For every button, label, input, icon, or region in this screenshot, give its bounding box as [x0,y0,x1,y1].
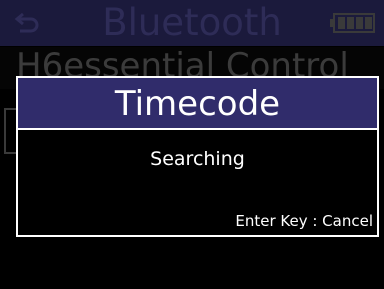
cancel-hint: Enter Key : Cancel [235,212,373,230]
dialog-title: Timecode [114,84,281,124]
header-bar: Bluetooth [0,0,384,46]
dialog-message: Searching [150,148,245,170]
dialog-titlebar: Timecode [18,78,377,130]
battery-icon [330,13,375,33]
device-screen: Bluetooth H6essential Control Timecode S… [0,0,384,289]
header-title: Bluetooth [102,1,282,44]
timecode-dialog: Timecode Searching Enter Key : Cancel [16,76,379,237]
